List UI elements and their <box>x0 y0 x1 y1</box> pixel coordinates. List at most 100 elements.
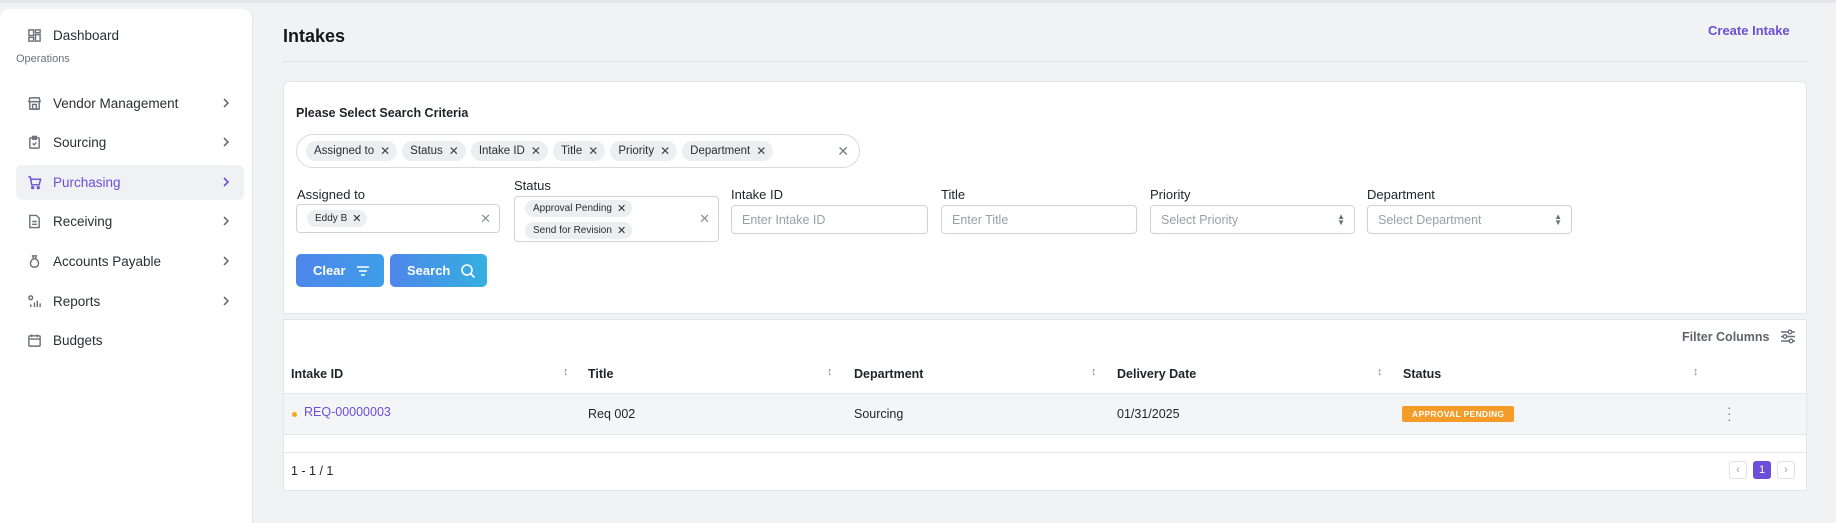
criteria-chip[interactable]: Status ✕ <box>402 141 466 161</box>
chevron-right-icon <box>220 215 232 227</box>
assignee-chip[interactable]: Eddy B ✕ <box>307 210 368 227</box>
sort-icon[interactable]: ↕ <box>563 366 569 378</box>
department-select[interactable]: Select Department ▲ ▼ <box>1367 205 1572 234</box>
priority-label: Priority <box>1150 187 1191 202</box>
criteria-selector[interactable]: Assigned to ✕ Status ✕ Intake ID ✕ Title ✕ P… <box>296 134 860 168</box>
chip-label: Intake ID <box>478 145 525 157</box>
close-icon[interactable]: ✕ <box>380 144 390 158</box>
sidebar-item-accounts-payable[interactable]: Accounts Payable <box>16 244 244 279</box>
criteria-chip[interactable]: Intake ID ✕ <box>470 141 548 161</box>
close-icon[interactable]: ✕ <box>617 224 626 237</box>
criteria-chip[interactable]: Priority ✕ <box>610 141 678 161</box>
chip-label: Eddy B <box>315 213 348 224</box>
sort-icon[interactable]: ↕ <box>1693 366 1699 378</box>
title-input[interactable]: Enter Title <box>941 205 1137 234</box>
department-label: Department <box>1367 187 1435 202</box>
clear-button[interactable]: Clear <box>296 254 384 287</box>
cell-department: Sourcing <box>854 407 904 421</box>
pagination-range: 1 - 1 / 1 <box>291 464 334 478</box>
sort-caret-icon: ▲ ▼ <box>1337 212 1345 227</box>
search-button[interactable]: Search <box>390 254 487 287</box>
chip-label: Status <box>410 145 443 157</box>
search-button-label: Search <box>407 263 451 278</box>
clear-icon[interactable]: ✕ <box>699 211 710 227</box>
clipboard-icon <box>26 135 42 151</box>
intake-id-link[interactable]: REQ-00000003 <box>304 405 391 419</box>
table-row[interactable] <box>284 393 1806 435</box>
close-icon[interactable]: ✕ <box>756 144 766 158</box>
sort-icon[interactable]: ↕ <box>827 366 833 378</box>
cart-icon <box>26 175 42 191</box>
column-header-delivery-date[interactable]: Delivery Date <box>1117 367 1196 381</box>
close-icon[interactable]: ✕ <box>660 144 670 158</box>
sidebar-item-label: Dashboard <box>53 28 120 43</box>
close-icon[interactable]: ✕ <box>588 144 598 158</box>
sort-icon[interactable]: ↕ <box>1377 366 1383 378</box>
search-criteria-title: Please Select Search Criteria <box>296 106 469 120</box>
title-placeholder: Enter Title <box>952 212 1009 227</box>
page-title: Intakes <box>283 26 346 46</box>
intake-id-input[interactable]: Enter Intake ID <box>731 205 928 234</box>
priority-select[interactable]: Select Priority ▲ ▼ <box>1150 205 1355 234</box>
criteria-chip[interactable]: Assigned to ✕ <box>306 141 398 161</box>
chip-label: Title <box>560 145 583 157</box>
sidebar-item-budgets[interactable]: Budgets <box>16 323 244 358</box>
column-header-title[interactable]: Title <box>588 367 613 381</box>
filter-columns-label: Filter Columns <box>1682 329 1770 344</box>
create-intake-link[interactable]: Create Intake <box>1708 23 1790 38</box>
close-icon[interactable]: ✕ <box>531 144 541 158</box>
intake-id-label: Intake ID <box>731 187 784 202</box>
status-dot-icon <box>292 412 297 417</box>
top-divider <box>0 0 1836 3</box>
criteria-chip[interactable]: Title ✕ <box>552 141 606 161</box>
column-header-intake-id[interactable]: Intake ID <box>291 367 343 381</box>
bar-chart-icon <box>26 294 42 310</box>
cell-delivery-date: 01/31/2025 <box>1117 407 1180 421</box>
search-criteria-card <box>283 81 1807 314</box>
sidebar-item-sourcing[interactable]: Sourcing <box>16 125 244 160</box>
close-icon[interactable]: ✕ <box>352 212 361 225</box>
chip-label: Approval Pending <box>533 202 612 214</box>
close-icon[interactable]: ✕ <box>617 202 626 215</box>
assigned-to-select[interactable]: Eddy B ✕ ✕ <box>296 204 500 233</box>
title-label: Title <box>941 187 966 202</box>
calendar-icon <box>26 333 42 349</box>
sort-icon[interactable]: ↕ <box>1091 366 1097 378</box>
status-chip[interactable]: Send for Revision ✕ <box>525 221 633 239</box>
dashboard-icon <box>26 28 42 44</box>
chevron-right-icon <box>220 295 232 307</box>
chevron-right-icon <box>220 97 232 109</box>
sidebar-item-label: Sourcing <box>53 135 107 150</box>
filter-columns-button[interactable]: Filter Columns <box>1682 329 1796 344</box>
clear-button-label: Clear <box>313 263 346 278</box>
header-divider <box>283 61 1809 62</box>
store-icon <box>26 96 42 112</box>
chip-label: Department <box>690 145 751 157</box>
prev-page-icon[interactable]: ‹ <box>1729 461 1747 479</box>
sidebar-item-label: Budgets <box>53 333 103 348</box>
sidebar-item-receiving[interactable]: Receiving <box>16 204 244 239</box>
cell-title: Req 002 <box>588 407 636 421</box>
close-icon[interactable]: ✕ <box>449 144 459 158</box>
sidebar-item-dashboard[interactable]: Dashboard <box>16 18 244 53</box>
status-badge: APPROVAL PENDING <box>1402 406 1515 422</box>
column-header-status[interactable]: Status <box>1403 367 1441 381</box>
criteria-chip[interactable]: Department ✕ <box>682 141 774 161</box>
status-select[interactable]: Approval Pending ✕ Send for Revision ✕ ✕ <box>514 196 719 242</box>
clear-all-icon[interactable]: ✕ <box>837 143 849 160</box>
next-page-icon[interactable]: › <box>1777 461 1795 479</box>
sidebar-item-reports[interactable]: Reports <box>16 284 244 319</box>
status-chip[interactable]: Approval Pending ✕ <box>525 199 633 217</box>
sidebar-item-vendor-management[interactable]: Vendor Management <box>16 86 244 121</box>
sidebar-item-purchasing[interactable]: Purchasing <box>16 165 244 200</box>
column-header-department[interactable]: Department <box>854 367 923 381</box>
more-options-icon[interactable]: · · · <box>1727 400 1732 426</box>
status-label: Status <box>514 178 551 193</box>
clear-icon[interactable]: ✕ <box>480 211 491 227</box>
page-number-button[interactable]: 1 <box>1753 461 1771 479</box>
sort-caret-icon: ▲ ▼ <box>1554 212 1562 227</box>
assigned-to-label: Assigned to <box>297 187 365 202</box>
sidebar-item-label: Receiving <box>53 214 113 229</box>
sidebar-item-label: Vendor Management <box>53 96 179 111</box>
sidebar-item-label: Purchasing <box>53 175 121 190</box>
